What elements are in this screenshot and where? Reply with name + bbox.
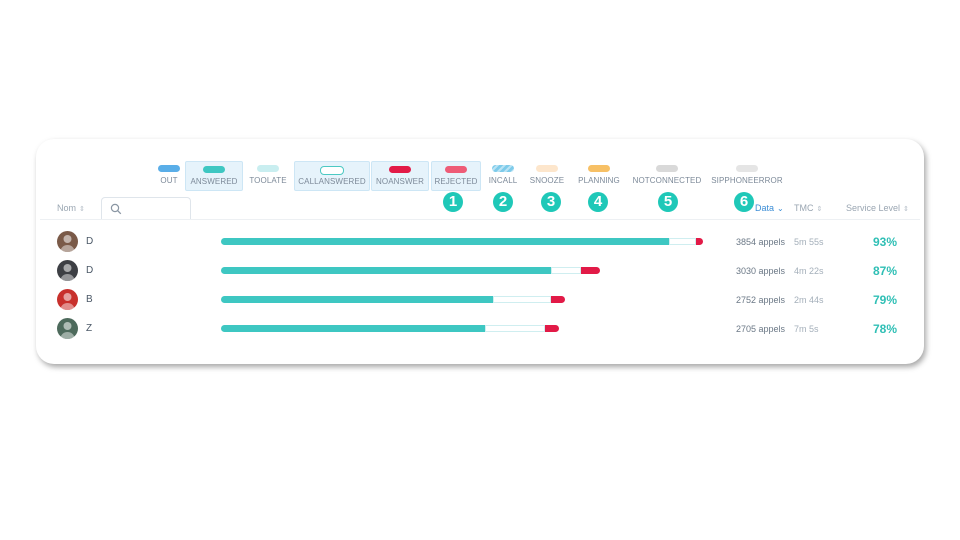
tmc-value: 4m 22s — [794, 266, 824, 276]
agent-initial: Z — [86, 323, 93, 334]
service-level-value: 93% — [872, 235, 897, 249]
step-badge-3: 3 — [541, 192, 561, 212]
service-level-value: 79% — [872, 293, 897, 307]
legend-item-sipphoneerror[interactable]: SIPPHONEERROR — [710, 161, 784, 189]
legend-item-rejected[interactable]: REJECTED — [431, 161, 481, 191]
table-row[interactable]: D 3854 appels 5m 55s 93% — [0, 228, 960, 256]
bar-segment-callanswered — [669, 238, 696, 245]
legend-label: REJECTED — [434, 177, 478, 186]
service-level-value: 87% — [872, 264, 897, 278]
avatar — [57, 231, 78, 252]
search-icon — [110, 203, 122, 215]
legend-swatch — [320, 166, 344, 175]
legend-swatch — [536, 165, 558, 172]
legend-label: SIPPHONEERROR — [711, 176, 783, 185]
legend-swatch — [445, 166, 467, 173]
legend-label: CALLANSWERED — [298, 177, 366, 186]
legend-swatch — [257, 165, 279, 172]
chevron-down-icon: ⌄ — [777, 204, 784, 213]
bar-segment-answered — [221, 238, 670, 245]
legend-swatch — [492, 165, 514, 172]
calls-count: 3030 appels — [736, 266, 786, 276]
column-service-level-label: Service Level — [846, 203, 901, 213]
bar-segment-noanswer — [581, 267, 600, 274]
legend-item-callanswered[interactable]: CALLANSWERED — [294, 161, 370, 191]
calls-count: 3854 appels — [736, 237, 786, 247]
search-input[interactable] — [101, 197, 191, 220]
calls-count: 2752 appels — [736, 295, 786, 305]
sort-icon: ⇕ — [816, 206, 823, 213]
bar-segment-answered — [221, 267, 551, 274]
bar-segment-callanswered — [550, 267, 582, 274]
legend-label: NOANSWER — [376, 177, 424, 186]
legend-label: PLANNING — [578, 176, 620, 185]
legend-label: ANSWERED — [190, 177, 238, 186]
legend-swatch — [656, 165, 678, 172]
avatar — [57, 289, 78, 310]
step-badge-2: 2 — [493, 192, 513, 212]
column-name-header[interactable]: Nom ⇕ — [57, 203, 85, 213]
tmc-value: 2m 44s — [794, 295, 824, 305]
bar-segment-callanswered — [484, 325, 546, 332]
legend-item-toolate[interactable]: TOOLATE — [247, 161, 289, 189]
agent-initial: D — [86, 265, 94, 276]
column-service-level-header[interactable]: Service Level ⇕ — [846, 203, 909, 213]
call-status-bar[interactable] — [221, 325, 559, 332]
column-name-label: Nom — [57, 203, 77, 213]
avatar — [57, 318, 78, 339]
bar-segment-answered — [221, 325, 485, 332]
bar-segment-answered — [221, 296, 493, 303]
legend-swatch — [736, 165, 758, 172]
legend-item-notconnected[interactable]: NOTCONNECTED — [630, 161, 704, 189]
legend-item-noanswer[interactable]: NOANSWER — [371, 161, 429, 191]
legend-swatch — [158, 165, 180, 172]
service-level-value: 78% — [872, 322, 897, 336]
header-divider — [40, 219, 920, 220]
legend-label: NOTCONNECTED — [632, 176, 702, 185]
bar-segment-noanswer — [695, 238, 703, 245]
calls-count: 2705 appels — [736, 324, 786, 334]
step-badge-1: 1 — [443, 192, 463, 212]
tmc-value: 7m 5s — [794, 324, 819, 334]
step-badge-6: 6 — [734, 192, 754, 212]
agent-initial: D — [86, 236, 94, 247]
table-row[interactable]: D 3030 appels 4m 22s 87% — [0, 257, 960, 285]
step-badge-5: 5 — [658, 192, 678, 212]
agent-initial: B — [86, 294, 93, 305]
legend-swatch — [588, 165, 610, 172]
legend-label: TOOLATE — [249, 176, 287, 185]
call-status-bar[interactable] — [221, 296, 565, 303]
sort-icon: ⇕ — [79, 206, 85, 213]
table-row[interactable]: Z 2705 appels 7m 5s 78% — [0, 315, 960, 343]
legend-item-incall[interactable]: INCALL — [485, 161, 521, 189]
legend-label: INCALL — [488, 176, 518, 185]
avatar — [57, 260, 78, 281]
legend-item-answered[interactable]: ANSWERED — [185, 161, 243, 191]
legend-item-snooze[interactable]: SNOOZE — [527, 161, 567, 189]
bar-segment-callanswered — [492, 296, 552, 303]
legend-label: OUT — [160, 176, 178, 185]
table-row[interactable]: B 2752 appels 2m 44s 79% — [0, 286, 960, 314]
legend-item-out[interactable]: OUT — [155, 161, 183, 189]
legend-label: SNOOZE — [529, 176, 565, 185]
bar-segment-noanswer — [545, 325, 559, 332]
bar-segment-noanswer — [551, 296, 565, 303]
column-tmc-label: TMC — [794, 203, 814, 213]
call-status-bar[interactable] — [221, 238, 703, 245]
step-badge-4: 4 — [588, 192, 608, 212]
legend-item-planning[interactable]: PLANNING — [575, 161, 623, 189]
column-data-label: Data — [755, 203, 775, 213]
tmc-value: 5m 55s — [794, 237, 824, 247]
column-data-header[interactable]: Data ⌄ — [755, 203, 784, 213]
legend-swatch — [203, 166, 225, 173]
call-status-bar[interactable] — [221, 267, 600, 274]
legend-swatch — [389, 166, 411, 173]
column-tmc-header[interactable]: TMC ⇕ — [794, 203, 822, 213]
sort-icon: ⇕ — [903, 206, 909, 213]
